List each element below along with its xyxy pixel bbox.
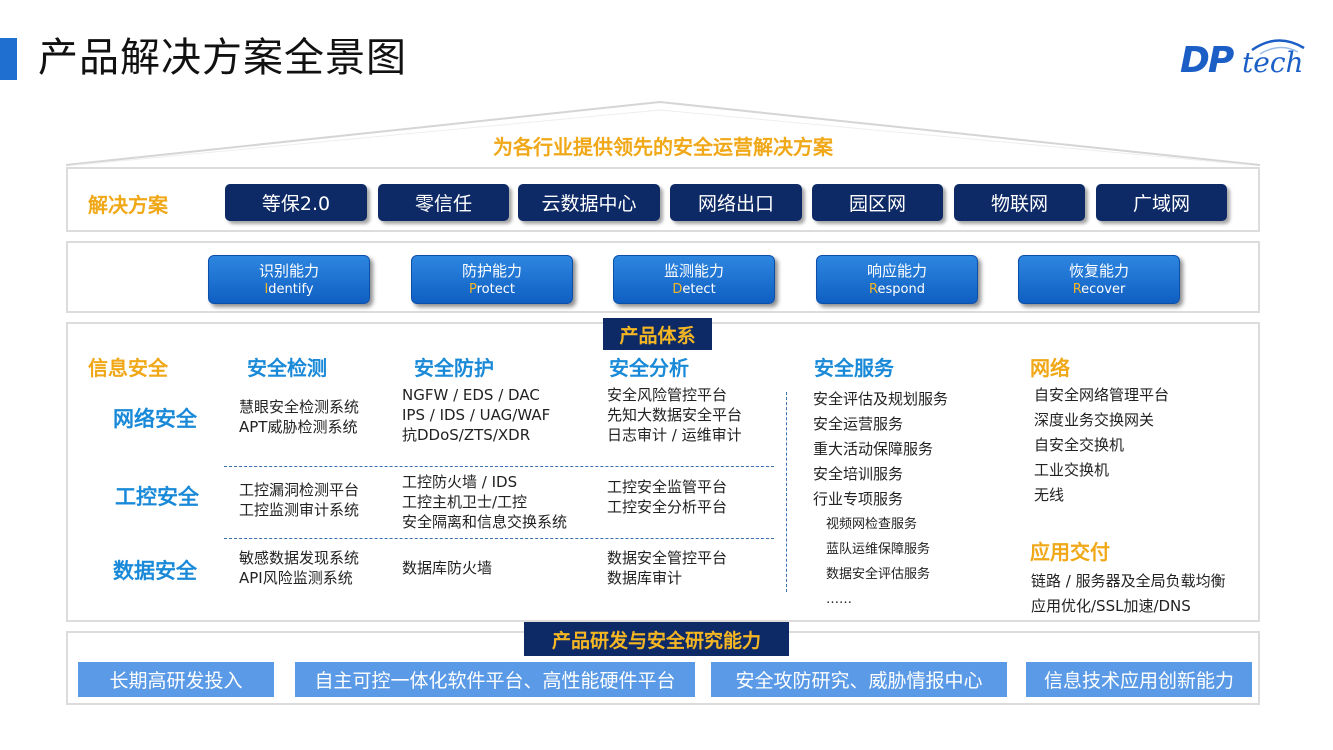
capability-recover-rest: ecover	[1081, 282, 1126, 297]
list-item: 敏感数据发现系统	[239, 549, 360, 567]
network-analysis-list: 安全风险管控平台 先知大数据安全平台 日志审计 / 运维审计	[607, 385, 742, 445]
capability-protect-initial: P	[469, 282, 477, 297]
column-divider	[786, 392, 787, 592]
solution-zero-trust[interactable]: 零信任	[378, 184, 509, 221]
capability-respond-zh: 响应能力	[866, 262, 927, 280]
list-item: 数据安全管控平台	[607, 549, 728, 567]
capability-identify-zh: 识别能力	[258, 262, 319, 280]
list-item: 抗DDoS/ZTS/XDR	[402, 426, 531, 444]
services-header: 安全服务	[814, 356, 894, 380]
row-title-data-security: 数据安全	[113, 559, 197, 583]
list-item: 行业专项服务	[813, 490, 904, 508]
rd-long-term-investment: 长期高研发投入	[78, 662, 274, 697]
row-divider	[224, 538, 774, 539]
network-list: 自安全网络管理平台 深度业务交换网关 自安全交换机 工业交换机 无线	[1034, 383, 1169, 508]
slogan: 为各行业提供领先的安全运营解决方案	[493, 135, 833, 159]
list-item: 视频网检查服务	[826, 517, 918, 532]
list-item: NGFW / EDS / DAC	[402, 386, 540, 404]
capability-respond-rest: espond	[877, 282, 925, 297]
list-item: 安全培训服务	[813, 465, 904, 483]
list-item: 安全风险管控平台	[607, 386, 728, 404]
solution-iot[interactable]: 物联网	[954, 184, 1085, 221]
list-item: 链路 / 服务器及全局负载均衡	[1031, 572, 1226, 590]
list-item: 蓝队运维保障服务	[826, 542, 931, 557]
network-protect-list: NGFW / EDS / DAC IPS / IDS / UAG/WAF 抗DD…	[402, 385, 550, 445]
list-item: 先知大数据安全平台	[607, 406, 743, 424]
list-item: 重大活动保障服务	[813, 440, 934, 458]
capability-protect[interactable]: 防护能力 Protect	[411, 255, 573, 304]
list-item: APT威胁检测系统	[239, 418, 358, 436]
list-item: 数据库防火墙	[402, 559, 493, 577]
list-item: 自安全交换机	[1034, 436, 1125, 454]
ics-protect-list: 工控防火墙 / IDS 工控主机卫士/工控 安全隔离和信息交换系统	[402, 472, 567, 532]
data-detect-list: 敏感数据发现系统 API风险监测系统	[239, 548, 359, 588]
list-item: API风险监测系统	[239, 569, 353, 587]
row-title-network-security: 网络安全	[113, 407, 197, 431]
protect-header: 安全防护	[414, 356, 494, 380]
list-item: 工控监测审计系统	[239, 501, 360, 519]
capability-detect[interactable]: 监测能力 Detect	[613, 255, 775, 304]
list-item: 工控安全分析平台	[607, 498, 728, 516]
ics-analysis-list: 工控安全监管平台 工控安全分析平台	[607, 477, 727, 517]
list-item: 安全运营服务	[813, 415, 904, 433]
info-security-header: 信息安全	[88, 356, 168, 380]
rd-platform: 自主可控一体化软件平台、高性能硬件平台	[295, 662, 695, 697]
network-header: 网络	[1030, 356, 1070, 380]
ics-detect-list: 工控漏洞检测平台 工控监测审计系统	[239, 480, 359, 520]
list-item: 应用优化/SSL加速/DNS	[1031, 597, 1191, 615]
list-item: 无线	[1034, 486, 1065, 504]
data-protect-list: 数据库防火墙	[402, 558, 492, 578]
rd-threat-intel: 安全攻防研究、威胁情报中心	[711, 662, 1007, 697]
data-analysis-list: 数据安全管控平台 数据库审计	[607, 548, 727, 588]
solution-wan[interactable]: 广域网	[1096, 184, 1227, 221]
list-item: 安全隔离和信息交换系统	[402, 513, 568, 531]
rd-innovation: 信息技术应用创新能力	[1026, 662, 1252, 697]
list-item: 工控防火墙 / IDS	[402, 473, 518, 491]
services-sub-list: 视频网检查服务 蓝队运维保障服务 数据安全评估服务 ……	[826, 512, 930, 612]
capability-identify-rest: dentify	[268, 282, 314, 297]
solution-dengbao[interactable]: 等保2.0	[225, 184, 367, 221]
capability-protect-zh: 防护能力	[461, 262, 522, 280]
list-item: IPS / IDS / UAG/WAF	[402, 406, 551, 424]
list-item: 工控主机卫士/工控	[402, 493, 528, 511]
rd-tag: 产品研发与安全研究能力	[524, 622, 789, 656]
capability-recover-initial: R	[1072, 282, 1082, 297]
list-item: 数据安全评估服务	[826, 567, 931, 582]
solutions-label: 解决方案	[88, 193, 168, 217]
detect-header: 安全检测	[247, 356, 327, 380]
list-item: 慧眼安全检测系统	[239, 398, 360, 416]
list-item: 工控安全监管平台	[607, 478, 728, 496]
row-divider	[224, 466, 774, 467]
list-item: 深度业务交换网关	[1034, 411, 1155, 429]
solution-campus-network[interactable]: 园区网	[812, 184, 943, 221]
app-delivery-list: 链路 / 服务器及全局负载均衡 应用优化/SSL加速/DNS	[1031, 569, 1226, 619]
list-item: 工控漏洞检测平台	[239, 481, 360, 499]
network-detect-list: 慧眼安全检测系统 APT威胁检测系统	[239, 397, 359, 437]
list-item: ……	[826, 592, 852, 607]
app-delivery-header: 应用交付	[1030, 540, 1110, 564]
list-item: 安全评估及规划服务	[813, 390, 949, 408]
list-item: 日志审计 / 运维审计	[607, 426, 742, 444]
capability-recover-zh: 恢复能力	[1068, 262, 1129, 280]
list-item: 数据库审计	[607, 569, 683, 587]
capability-detect-rest: etect	[682, 282, 716, 297]
capability-recover[interactable]: 恢复能力 Recover	[1018, 255, 1180, 304]
capability-respond[interactable]: 响应能力 Respond	[816, 255, 978, 304]
capability-identify[interactable]: 识别能力 Identify	[208, 255, 370, 304]
capability-detect-zh: 监测能力	[663, 262, 724, 280]
list-item: 工业交换机	[1034, 461, 1110, 479]
capability-detect-initial: D	[672, 282, 683, 297]
row-title-ics-security: 工控安全	[115, 485, 199, 509]
analysis-header: 安全分析	[609, 356, 689, 380]
solution-network-egress[interactable]: 网络出口	[670, 184, 802, 221]
list-item: 自安全网络管理平台	[1034, 386, 1170, 404]
product-system-tag: 产品体系	[603, 318, 712, 350]
solution-cloud-datacenter[interactable]: 云数据中心	[518, 184, 660, 221]
capability-protect-rest: rotect	[476, 282, 515, 297]
services-list: 安全评估及规划服务 安全运营服务 重大活动保障服务 安全培训服务 行业专项服务	[813, 387, 948, 512]
